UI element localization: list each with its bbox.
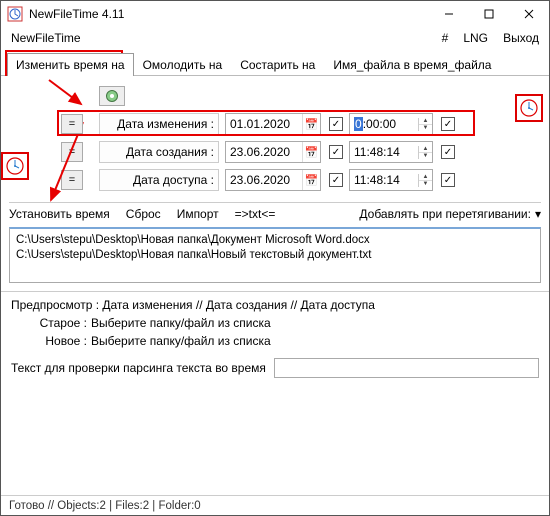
main-panel: = Дата изменения : 01.01.2020 📅 ✓ 0:00:0…: [1, 76, 549, 198]
time-input-created[interactable]: 11:48:14 ▲▼: [349, 141, 433, 163]
file-list[interactable]: C:\Users\stepu\Desktop\Новая папка\Докум…: [9, 227, 541, 283]
time-spinner[interactable]: ▲▼: [418, 146, 432, 159]
time-spinner[interactable]: ▲▼: [418, 118, 432, 131]
reset-button[interactable]: Сброс: [126, 207, 161, 221]
label-created: Дата создания :: [99, 141, 219, 163]
close-button[interactable]: [509, 1, 549, 27]
hash-button[interactable]: #: [442, 31, 449, 45]
preview-header: Предпросмотр : Дата изменения // Дата со…: [1, 291, 549, 314]
checkbox-modified-time[interactable]: ✓: [441, 117, 455, 131]
title-bar: NewFileTime 4.11: [1, 1, 549, 27]
top-menu-row: NewFileTime # LNG Выход: [1, 27, 549, 49]
time-spinner[interactable]: ▲▼: [418, 174, 432, 187]
file-item[interactable]: C:\Users\stepu\Desktop\Новая папка\Новый…: [16, 248, 534, 263]
lang-button[interactable]: LNG: [463, 31, 488, 45]
parse-label: Текст для проверки парсинга текста во вр…: [11, 361, 266, 375]
row-modified: = Дата изменения : 01.01.2020 📅 ✓ 0:00:0…: [11, 110, 541, 138]
date-input-created[interactable]: 23.06.2020 📅: [225, 141, 321, 163]
import-button[interactable]: Импорт: [177, 207, 219, 221]
settings-gear-button[interactable]: [99, 86, 125, 106]
date-input-accessed[interactable]: 23.06.2020 📅: [225, 169, 321, 191]
time-input-modified[interactable]: 0:00:00 ▲▼: [349, 113, 433, 135]
app-window: NewFileTime 4.11 NewFileTime # LNG Выход…: [0, 0, 550, 516]
checkbox-created-time[interactable]: ✓: [441, 145, 455, 159]
parse-test-row: Текст для проверки парсинга текста во вр…: [1, 350, 549, 382]
tab-filename-to-time[interactable]: Имя_файла в время_файла: [324, 53, 500, 76]
action-bar: Установить время Сброс Импорт =>txt<= До…: [1, 203, 549, 225]
row-created: = Дата создания : 23.06.2020 📅 ✓ 11:48:1…: [11, 138, 541, 166]
txt-button[interactable]: =>txt<=: [235, 207, 276, 221]
parse-input[interactable]: [274, 358, 539, 378]
label-modified: Дата изменения :: [99, 113, 219, 135]
app-name-label[interactable]: NewFileTime: [11, 31, 430, 45]
maximize-button[interactable]: [469, 1, 509, 27]
tab-make-older[interactable]: Состарить на: [231, 53, 324, 76]
status-bar: Готово // Objects:2 | Files:2 | Folder:0: [1, 495, 549, 515]
equal-button-accessed[interactable]: =: [61, 170, 83, 190]
tab-make-younger[interactable]: Омолодить на: [134, 53, 232, 76]
checkbox-created-date[interactable]: ✓: [329, 145, 343, 159]
checkbox-modified-date[interactable]: ✓: [329, 117, 343, 131]
equal-button-created[interactable]: =: [61, 142, 83, 162]
drag-add-label[interactable]: Добавлять при перетягивании:: [359, 207, 531, 221]
time-input-accessed[interactable]: 11:48:14 ▲▼: [349, 169, 433, 191]
checkbox-accessed-date[interactable]: ✓: [329, 173, 343, 187]
drag-dropdown-icon[interactable]: ▾: [535, 207, 541, 221]
tab-strip: Изменить время на Омолодить на Состарить…: [1, 49, 549, 76]
tab-change-time[interactable]: Изменить время на: [7, 53, 134, 76]
checkbox-accessed-time[interactable]: ✓: [441, 173, 455, 187]
exit-button[interactable]: Выход: [503, 31, 539, 45]
window-title: NewFileTime 4.11: [29, 7, 429, 21]
label-accessed: Дата доступа :: [99, 169, 219, 191]
equal-button-modified[interactable]: =: [61, 114, 83, 134]
old-value-row: Старое :Выберите папку/файл из списка: [1, 314, 549, 332]
calendar-icon[interactable]: 📅: [302, 170, 320, 190]
date-input-modified[interactable]: 01.01.2020 📅: [225, 113, 321, 135]
minimize-button[interactable]: [429, 1, 469, 27]
clock-icon-left[interactable]: [1, 152, 29, 180]
file-item[interactable]: C:\Users\stepu\Desktop\Новая папка\Докум…: [16, 233, 534, 248]
app-icon: [7, 6, 23, 22]
calendar-icon[interactable]: 📅: [302, 142, 320, 162]
calendar-icon[interactable]: 📅: [302, 114, 320, 134]
new-value-row: Новое :Выберите папку/файл из списка: [1, 332, 549, 350]
set-time-button[interactable]: Установить время: [9, 207, 110, 221]
row-accessed: = Дата доступа : 23.06.2020 📅 ✓ 11:48:14…: [11, 166, 541, 194]
